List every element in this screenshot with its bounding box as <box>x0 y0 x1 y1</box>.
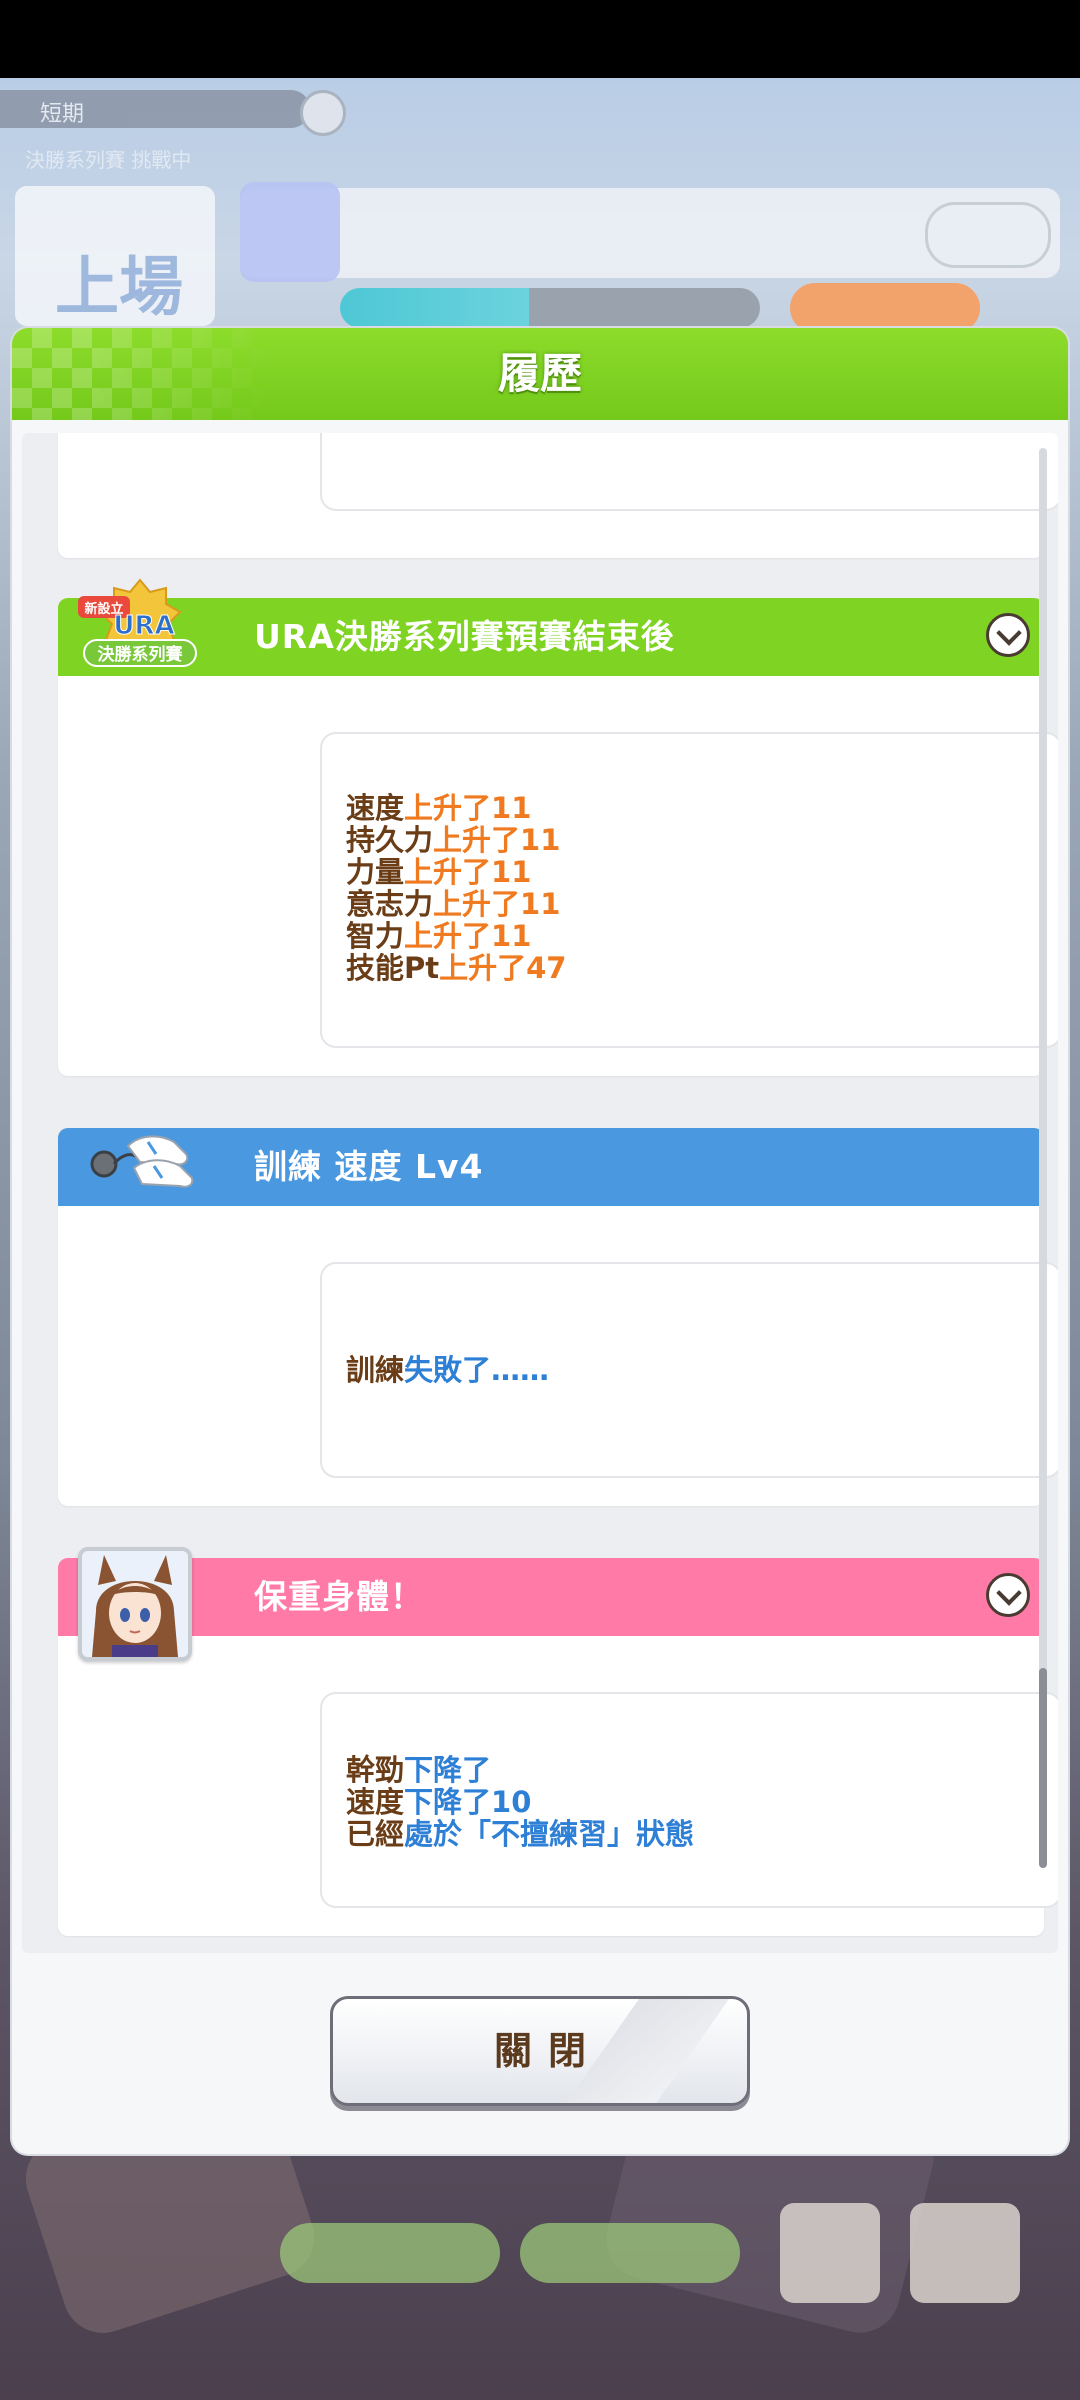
stat-value: 下降了 <box>404 1753 492 1787</box>
stat-line: 已經處於「不擅練習」狀態 <box>346 1818 694 1850</box>
stat-key: 智力 <box>346 919 405 953</box>
chevron-down-icon[interactable] <box>986 613 1030 657</box>
bg-left-card: 上場 <box>15 186 215 326</box>
stat-lines: 速度上升了11 持久力上升了11 力量上升了11 意志力上升了11 智力上升了1… <box>346 792 566 984</box>
detail-box: 幹勁下降了 速度下降了10 已經處於「不擅練習」狀態 <box>320 1692 1058 1908</box>
stat-value: 失敗了…… <box>404 1353 550 1387</box>
stat-value: 上升了11 <box>433 887 561 921</box>
list-item <box>58 433 1058 558</box>
history-dialog: 履歷 URA決勝系列賽預賽結束後 速度上升了11 持久力上升了11 力量上升了1… <box>12 328 1068 2154</box>
stat-value: 上升了11 <box>404 791 532 825</box>
stat-key: 力量 <box>346 855 405 889</box>
stat-line: 速度下降了10 <box>346 1786 694 1818</box>
bg-left-card-label: 上場 <box>55 251 183 325</box>
stat-value: 處於「不擅練習」狀態 <box>404 1817 695 1851</box>
character-avatar <box>78 1547 192 1661</box>
stat-line: 智力上升了11 <box>346 920 566 952</box>
stat-value: 下降了10 <box>404 1785 532 1819</box>
badge-text-ura: URA <box>113 611 174 641</box>
list-item: 幹勁下降了 速度下降了10 已經處於「不擅練習」狀態 <box>58 1636 1058 1936</box>
stat-line: 訓練失敗了…… <box>346 1354 549 1386</box>
list-item: 速度上升了11 持久力上升了11 力量上升了11 意志力上升了11 智力上升了1… <box>58 676 1058 1076</box>
stat-key: 持久力 <box>346 823 434 857</box>
entry-title: 訓練 速度 Lv4 <box>254 1147 484 1186</box>
scrollbar-thumb[interactable] <box>1039 1668 1047 1868</box>
stat-key: 已經 <box>346 1817 405 1851</box>
stat-key: 訓練 <box>346 1353 405 1387</box>
scrollbar-track[interactable] <box>1039 448 1047 1868</box>
stat-lines: 訓練失敗了…… <box>346 1354 549 1386</box>
bg-orange-button <box>790 283 980 333</box>
bg-banner-button <box>925 202 1051 268</box>
badge-text-finals: 決勝系列賽 <box>98 644 184 665</box>
stat-line: 意志力上升了11 <box>346 888 566 920</box>
chevron-down-icon[interactable] <box>986 1573 1030 1617</box>
bg-top-bar: 短期 <box>0 90 310 128</box>
stat-line: 力量上升了11 <box>346 856 566 888</box>
entry-title: URA決勝系列賽預賽結束後 <box>254 617 675 656</box>
ura-finals-badge-icon: 新設立 URA 決勝系列賽 <box>78 578 197 667</box>
bg-auto-button <box>520 2223 740 2283</box>
detail-box <box>320 433 1058 511</box>
close-button-label: 關閉 <box>493 2029 602 2073</box>
stat-value: 上升了11 <box>433 823 561 857</box>
training-shoes-icon <box>90 1135 194 1188</box>
stat-value: 上升了47 <box>439 951 567 985</box>
bg-info-button <box>300 90 346 136</box>
stat-line: 持久力上升了11 <box>346 824 566 856</box>
bg-progress-bar <box>340 288 760 328</box>
stat-key: 意志力 <box>346 887 434 921</box>
bg-banner-icon <box>240 182 340 282</box>
bg-top-bar-label: 短期 <box>40 102 85 127</box>
stat-key: 幹勁 <box>346 1753 405 1787</box>
stat-key: 速度 <box>346 1785 405 1819</box>
stat-lines: 幹勁下降了 速度下降了10 已經處於「不擅練習」狀態 <box>346 1754 694 1850</box>
stat-line: 幹勁下降了 <box>346 1754 694 1786</box>
list-item: 訓練失敗了…… <box>58 1206 1058 1506</box>
stat-key: 技能Pt <box>346 951 440 985</box>
stat-key: 速度 <box>346 791 405 825</box>
entry-title: 保重身體！ <box>254 1577 424 1616</box>
bg-menu-button <box>910 2203 1020 2303</box>
character-portrait-icon <box>82 1551 188 1657</box>
bg-skip-button <box>280 2223 500 2283</box>
dialog-title: 履歷 <box>497 349 582 398</box>
detail-box: 訓練失敗了…… <box>320 1262 1058 1478</box>
stat-value: 上升了11 <box>404 855 532 889</box>
bg-log-button <box>780 2203 880 2303</box>
detail-box: 速度上升了11 持久力上升了11 力量上升了11 意志力上升了11 智力上升了1… <box>320 732 1058 1048</box>
stat-line: 技能Pt上升了47 <box>346 952 566 984</box>
bg-subtitle: 決勝系列賽 挑戰中 <box>25 148 192 172</box>
entry-header-health[interactable]: 保重身體！ <box>58 1558 1044 1636</box>
stat-value: 上升了11 <box>404 919 532 953</box>
close-button[interactable]: 關閉 <box>330 1996 750 2106</box>
entry-header-training: 訓練 速度 Lv4 <box>58 1128 1044 1206</box>
stat-line: 速度上升了11 <box>346 792 566 824</box>
dialog-header: 履歷 <box>12 328 1068 420</box>
